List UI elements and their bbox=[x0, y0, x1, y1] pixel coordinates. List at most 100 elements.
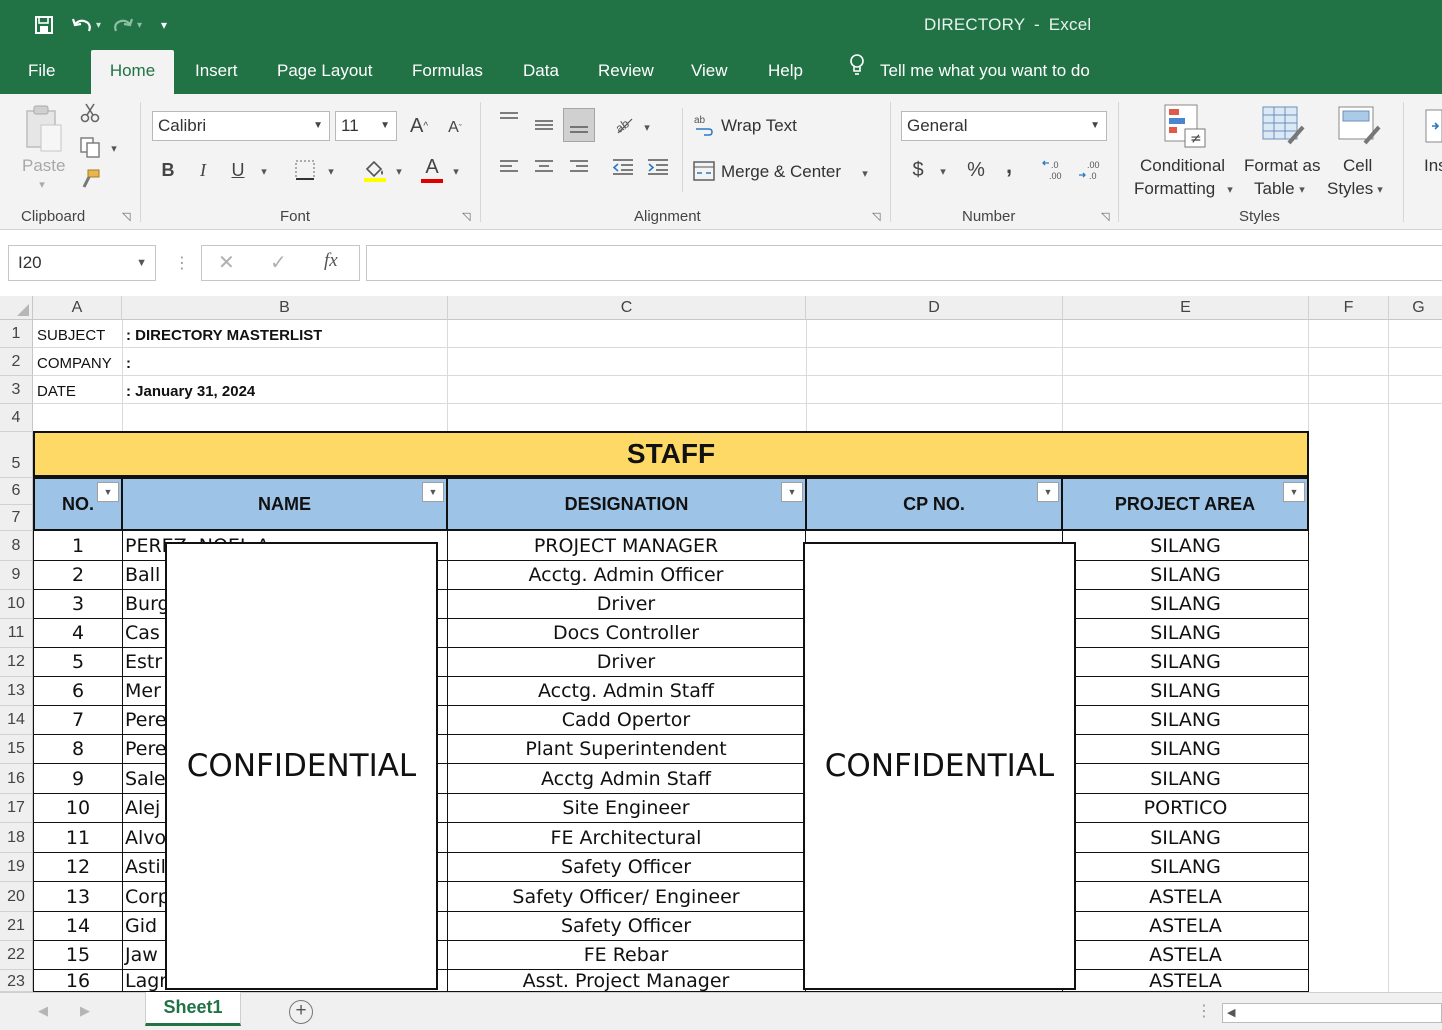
tab-data[interactable]: Data bbox=[507, 50, 575, 94]
company-label[interactable]: COMPANY bbox=[37, 350, 112, 376]
conditional-formatting-icon[interactable]: ≠ bbox=[1162, 102, 1208, 150]
font-size-box[interactable]: 11 ▼ bbox=[335, 111, 397, 141]
number-launcher-icon[interactable]: ◹ bbox=[1101, 210, 1109, 223]
cell-designation[interactable]: Safety Officer/ Engineer bbox=[447, 882, 806, 912]
undo-icon[interactable] bbox=[66, 10, 98, 40]
header-name[interactable]: NAME ▼ bbox=[121, 477, 448, 531]
font-launcher-icon[interactable]: ◹ bbox=[462, 210, 470, 223]
row-header[interactable]: 14 bbox=[0, 706, 33, 735]
paste-icon[interactable] bbox=[20, 102, 66, 154]
underline-dropdown-icon[interactable]: ▾ bbox=[257, 164, 271, 178]
add-sheet-icon[interactable]: + bbox=[289, 1000, 313, 1024]
alignment-launcher-icon[interactable]: ◹ bbox=[872, 210, 880, 223]
row-header[interactable]: 21 bbox=[0, 912, 33, 941]
accounting-dropdown-icon[interactable]: ▾ bbox=[936, 164, 950, 178]
cell-designation[interactable]: Acctg. Admin Staff bbox=[447, 677, 806, 706]
row-header[interactable]: 15 bbox=[0, 735, 33, 764]
align-top-icon[interactable] bbox=[496, 108, 522, 130]
date-value[interactable]: : January 31, 2024 bbox=[126, 378, 255, 404]
cell-styles-dropdown-icon[interactable]: ▾ bbox=[1374, 183, 1386, 196]
next-sheet-icon[interactable]: ▶ bbox=[80, 1003, 90, 1019]
tab-help[interactable]: Help bbox=[752, 50, 819, 94]
cell-designation[interactable]: Driver bbox=[447, 648, 806, 677]
insert-function-icon[interactable]: fx bbox=[324, 250, 338, 272]
select-all-button[interactable] bbox=[0, 296, 33, 320]
format-as-table-label-1[interactable]: Format as bbox=[1244, 156, 1321, 176]
tab-page-layout[interactable]: Page Layout bbox=[261, 50, 388, 94]
orientation-icon[interactable]: ab bbox=[610, 110, 638, 138]
cell-no[interactable]: 6 bbox=[33, 677, 123, 706]
conditional-dropdown-icon[interactable]: ▾ bbox=[1224, 183, 1236, 196]
cell-no[interactable]: 16 bbox=[33, 970, 123, 992]
font-color-icon[interactable]: A bbox=[418, 154, 446, 186]
row-header[interactable]: 4 bbox=[0, 404, 33, 432]
cell-no[interactable]: 3 bbox=[33, 590, 123, 619]
cell-no[interactable]: 2 bbox=[33, 561, 123, 590]
row-header[interactable]: 18 bbox=[0, 823, 33, 853]
cell-no[interactable]: 4 bbox=[33, 619, 123, 648]
cell-project-area[interactable]: SILANG bbox=[1063, 677, 1309, 706]
tab-home[interactable]: Home bbox=[91, 50, 174, 94]
wrap-text-icon[interactable]: ab bbox=[693, 114, 715, 136]
merge-center-icon[interactable] bbox=[693, 160, 715, 182]
cell-project-area[interactable]: SILANG bbox=[1063, 561, 1309, 590]
cell-no[interactable]: 8 bbox=[33, 735, 123, 764]
align-right-icon[interactable] bbox=[566, 156, 592, 178]
cell-designation[interactable]: Acctg. Admin Officer bbox=[447, 561, 806, 590]
cell-no[interactable]: 13 bbox=[33, 882, 123, 912]
cell-designation[interactable]: Acctg Admin Staff bbox=[447, 764, 806, 794]
tab-file[interactable]: File bbox=[12, 50, 71, 94]
header-project-area[interactable]: PROJECT AREA ▼ bbox=[1061, 477, 1309, 531]
row-header[interactable]: 2 bbox=[0, 348, 33, 376]
filter-dropdown-icon[interactable]: ▼ bbox=[97, 482, 119, 502]
borders-icon[interactable] bbox=[293, 158, 317, 182]
row-header[interactable]: 13 bbox=[0, 677, 33, 706]
redo-dropdown-icon[interactable]: ▾ bbox=[137, 20, 142, 31]
row-header[interactable]: 23 bbox=[0, 970, 33, 992]
cell-project-area[interactable]: SILANG bbox=[1063, 823, 1309, 853]
tab-formulas[interactable]: Formulas bbox=[396, 50, 499, 94]
fill-color-dropdown-icon[interactable]: ▾ bbox=[392, 164, 406, 178]
cell-project-area[interactable]: SILANG bbox=[1063, 735, 1309, 764]
horizontal-scrollbar[interactable]: ◀ bbox=[1222, 1003, 1442, 1023]
row-header[interactable]: 6 bbox=[0, 478, 33, 505]
subject-value[interactable]: : DIRECTORY MASTERLIST bbox=[126, 322, 322, 348]
header-cp-no[interactable]: CP NO. ▼ bbox=[805, 477, 1063, 531]
cell-project-area[interactable]: ASTELA bbox=[1063, 970, 1309, 992]
cell-no[interactable]: 1 bbox=[33, 531, 123, 561]
staff-title[interactable]: STAFF bbox=[33, 431, 1309, 477]
percent-style-icon[interactable]: % bbox=[963, 156, 989, 184]
cell-designation[interactable]: Asst. Project Manager bbox=[447, 970, 806, 992]
shrink-font-icon[interactable]: Aˇ bbox=[442, 114, 468, 142]
resize-handle-icon[interactable]: ⋮ bbox=[1196, 1001, 1212, 1021]
cell-project-area[interactable]: ASTELA bbox=[1063, 941, 1309, 970]
row-header[interactable]: 8 bbox=[0, 531, 33, 561]
conditional-formatting-label-1[interactable]: Conditional bbox=[1140, 156, 1225, 176]
column-header-g[interactable]: G bbox=[1389, 296, 1442, 320]
column-header-f[interactable]: F bbox=[1309, 296, 1389, 320]
company-value[interactable]: : bbox=[126, 350, 131, 376]
decrease-indent-icon[interactable] bbox=[610, 156, 636, 178]
tell-me-box[interactable]: Tell me what you want to do bbox=[846, 50, 1090, 94]
increase-indent-icon[interactable] bbox=[645, 156, 671, 178]
clipboard-launcher-icon[interactable]: ◹ bbox=[122, 210, 130, 223]
row-header[interactable]: 16 bbox=[0, 764, 33, 794]
cell-project-area[interactable]: SILANG bbox=[1063, 590, 1309, 619]
row-header[interactable]: 11 bbox=[0, 619, 33, 648]
cell-designation[interactable]: Safety Officer bbox=[447, 853, 806, 882]
subject-label[interactable]: SUBJECT bbox=[37, 322, 105, 348]
save-icon[interactable] bbox=[28, 10, 60, 40]
row-header[interactable]: 7 bbox=[0, 505, 33, 531]
align-center-icon[interactable] bbox=[531, 156, 557, 178]
row-header[interactable]: 22 bbox=[0, 941, 33, 970]
filter-dropdown-icon[interactable]: ▼ bbox=[1283, 482, 1305, 502]
orientation-dropdown-icon[interactable]: ▾ bbox=[640, 120, 654, 134]
tab-insert[interactable]: Insert bbox=[179, 50, 254, 94]
conditional-formatting-label-2[interactable]: Formatting bbox=[1134, 179, 1215, 199]
cell-project-area[interactable]: SILANG bbox=[1063, 619, 1309, 648]
cell-no[interactable]: 12 bbox=[33, 853, 123, 882]
row-header[interactable]: 9 bbox=[0, 561, 33, 590]
filter-dropdown-icon[interactable]: ▼ bbox=[1037, 482, 1059, 502]
merge-dropdown-icon[interactable]: ▾ bbox=[858, 166, 872, 180]
redo-icon[interactable] bbox=[107, 10, 139, 40]
